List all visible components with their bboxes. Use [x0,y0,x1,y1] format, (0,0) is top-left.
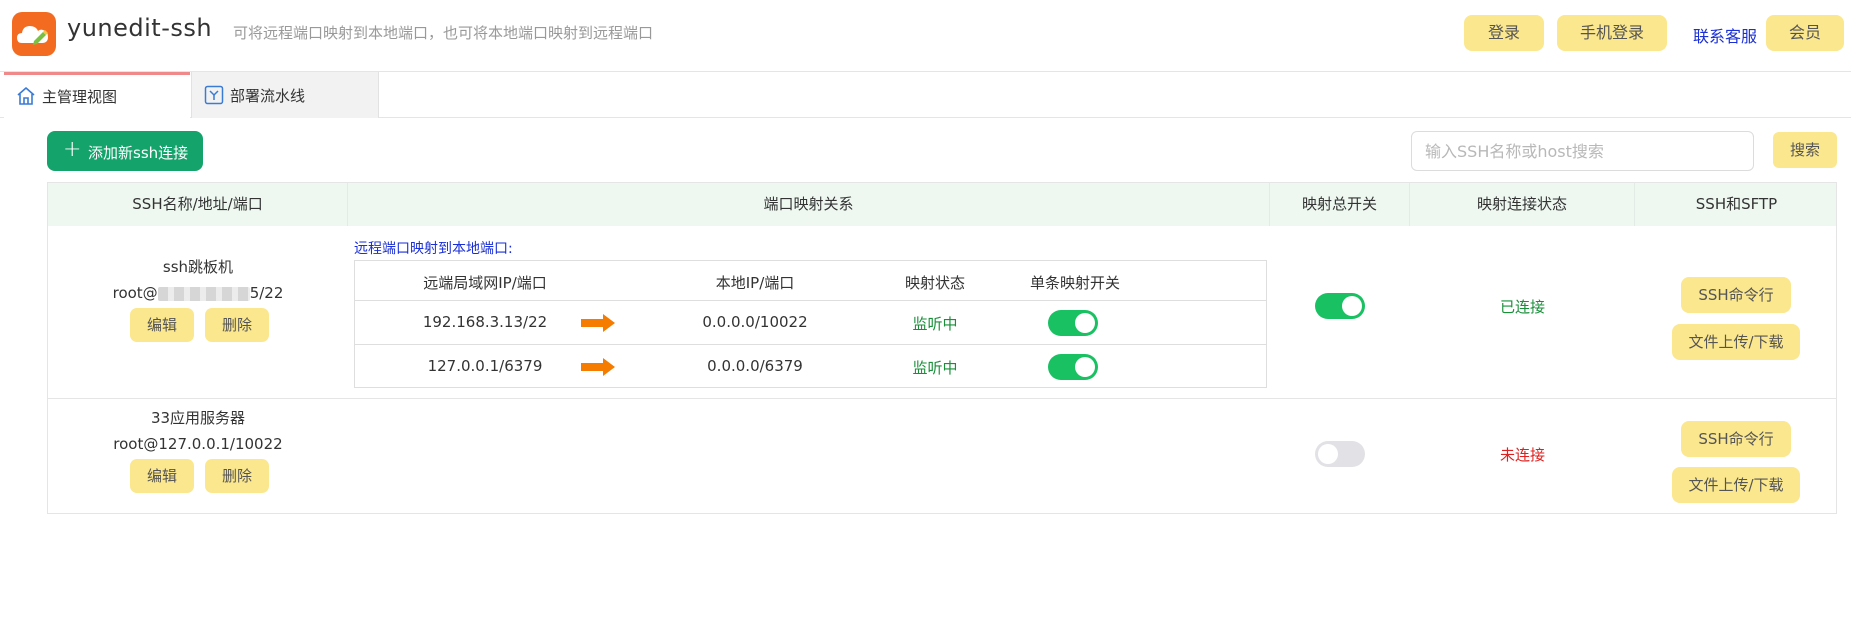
home-icon [16,86,36,110]
search-button[interactable]: 搜索 [1773,132,1837,168]
vip-button[interactable]: 会员 [1766,15,1844,51]
mapping-header-switch: 单条映射开关 [1029,274,1120,292]
ssh-name: ssh跳板机 [162,258,234,276]
mapping-row: 192.168.3.13/22 0.0.0.0/10022 监听中 [355,301,1266,345]
add-ssh-label: 添加新ssh连接 [88,144,189,162]
phone-login-button[interactable]: 手机登录 [1557,15,1667,51]
mapping-toggle[interactable] [1048,354,1098,380]
sftp-transfer-button[interactable]: 文件上传/下载 [1672,467,1800,503]
ssh-terminal-button[interactable]: SSH命令行 [1681,421,1791,457]
connection-status: 已连接 [1499,298,1545,316]
tab-bar: 主管理视图 部署流水线 [0,72,1851,118]
table-header: SSH名称/地址/端口 端口映射关系 映射总开关 映射连接状态 SSH和SFTP [48,183,1836,226]
column-header-master-switch: 映射总开关 [1270,183,1410,226]
column-header-ssh: SSH名称/地址/端口 [48,183,348,226]
ssh-address-prefix: root@ [112,284,158,302]
table-row: ssh跳板机 root@ 5/22 编辑 删除 远程端口映射到本地端口: 远端局域… [48,226,1836,399]
mapping-local: 0.0.0.0/10022 [702,313,808,331]
cloud-pencil-logo-icon [12,12,56,56]
mapping-table-header: 远端局域网IP/端口 本地IP/端口 映射状态 单条映射开关 [355,261,1266,301]
mapping-local: 0.0.0.0/6379 [707,357,803,375]
search-input[interactable] [1411,131,1754,171]
app-subtitle: 可将远程端口映射到本地端口，也可将本地端口映射到远程端口 [233,24,654,42]
mapping-remote: 192.168.3.13/22 [422,313,548,331]
delete-button[interactable]: 删除 [205,459,269,493]
tab-main-view[interactable]: 主管理视图 [4,72,190,118]
mapping-header-local: 本地IP/端口 [715,274,795,292]
mapping-state: 监听中 [912,359,958,377]
connection-status: 未连接 [1499,446,1545,464]
ssh-address: root@ 5/22 [48,284,348,302]
master-mapping-toggle[interactable] [1315,293,1365,319]
ssh-name: 33应用服务器 [150,409,246,427]
login-button[interactable]: 登录 [1464,15,1544,51]
ssh-terminal-button[interactable]: SSH命令行 [1681,277,1791,313]
app-header: yunedit-ssh 可将远程端口映射到本地端口，也可将本地端口映射到远程端口… [0,0,1851,72]
plus-icon: + [63,137,82,162]
mapping-toggle[interactable] [1048,310,1098,336]
column-header-conn-status: 映射连接状态 [1410,183,1635,226]
master-mapping-toggle[interactable] [1315,441,1365,467]
mapping-title: 远程端口映射到本地端口: [354,241,513,257]
table-row: 33应用服务器 root@127.0.0.1/10022 编辑 删除 未连接 S… [48,399,1836,514]
sftp-transfer-button[interactable]: 文件上传/下载 [1672,324,1800,360]
ssh-address-suffix: 5/22 [249,284,284,302]
tab-deploy-pipeline[interactable]: 部署流水线 [191,72,379,118]
mapping-state: 监听中 [912,315,958,333]
mapping-header-remote: 远端局域网IP/端口 [423,274,547,292]
ssh-table: SSH名称/地址/端口 端口映射关系 映射总开关 映射连接状态 SSH和SFTP… [47,182,1837,514]
mapping-remote: 127.0.0.1/6379 [427,357,543,375]
tab-label: 主管理视图 [42,88,118,106]
app-title: yunedit-ssh [67,14,213,42]
tab-label: 部署流水线 [230,87,306,105]
mapping-table: 远端局域网IP/端口 本地IP/端口 映射状态 单条映射开关 192.168.3… [354,260,1267,388]
contact-support-link[interactable]: 联系客服 [1693,23,1757,47]
delete-button[interactable]: 删除 [205,308,269,342]
column-header-ssh-sftp: SSH和SFTP [1695,195,1778,213]
add-ssh-connection-button[interactable]: + 添加新ssh连接 [47,131,203,171]
mapping-header-state: 映射状态 [904,274,965,292]
pipeline-check-icon [204,85,224,109]
edit-button[interactable]: 编辑 [130,459,194,493]
ssh-address: root@127.0.0.1/10022 [113,435,283,453]
mapping-row: 127.0.0.1/6379 0.0.0.0/6379 监听中 [355,345,1266,389]
redacted-host [157,286,250,301]
edit-button[interactable]: 编辑 [130,308,194,342]
column-header-mapping: 端口映射关系 [348,183,1270,226]
